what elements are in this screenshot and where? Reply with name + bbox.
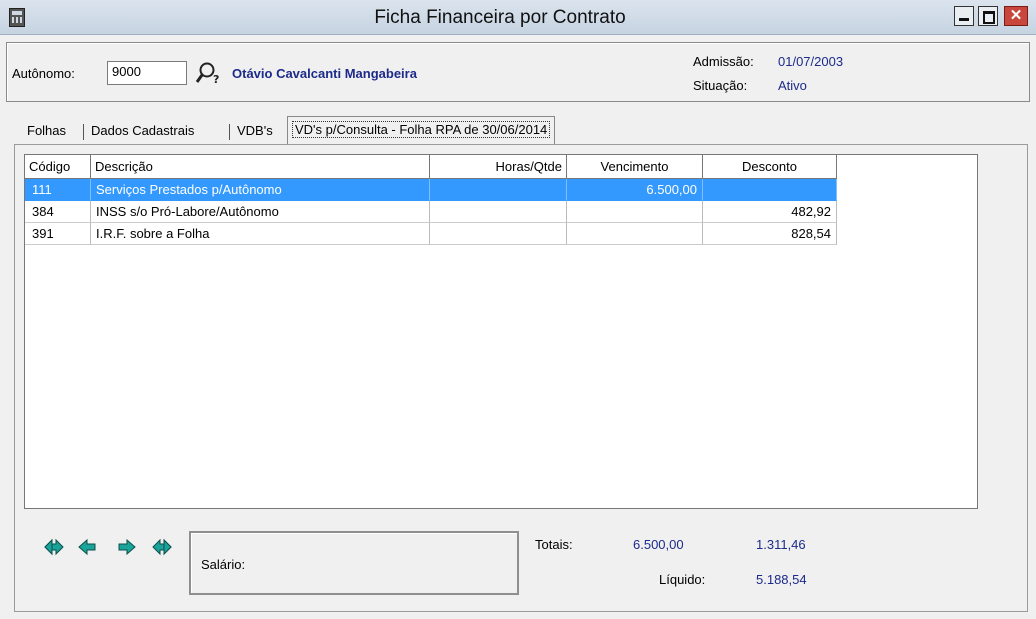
search-icon[interactable]: ? — [196, 61, 222, 85]
last-record-icon[interactable] — [148, 537, 172, 557]
cell-desconto: 482,92 — [703, 201, 837, 223]
table-row[interactable]: 111 Serviços Prestados p/Autônomo 6.500,… — [25, 179, 837, 201]
grid-header: Código Descrição Horas/Qtde Vencimento D… — [25, 155, 837, 179]
tab-separator — [229, 124, 230, 140]
cell-descricao: INSS s/o Pró-Labore/Autônomo — [91, 201, 430, 223]
minimize-button[interactable] — [954, 6, 974, 26]
title-bar: Ficha Financeira por Contrato ✕ — [0, 0, 1036, 35]
first-record-icon[interactable] — [44, 537, 68, 557]
tab-vds-consulta-label: VD's p/Consulta - Folha RPA de 30/06/201… — [292, 121, 551, 138]
autonomo-label: Autônomo: — [12, 66, 75, 81]
column-header-codigo[interactable]: Código — [25, 155, 91, 179]
totais-desconto: 1.311,46 — [756, 537, 806, 552]
cell-horas — [430, 179, 567, 201]
cell-vencimento — [567, 201, 703, 223]
tab-separator — [83, 124, 84, 140]
vd-grid[interactable]: Código Descrição Horas/Qtde Vencimento D… — [24, 154, 978, 509]
column-header-horas[interactable]: Horas/Qtde — [430, 155, 567, 179]
main-window: Ficha Financeira por Contrato ✕ Autônomo… — [0, 0, 1036, 619]
table-row[interactable]: 384 INSS s/o Pró-Labore/Autônomo 482,92 — [25, 201, 837, 223]
next-record-icon[interactable] — [114, 537, 138, 557]
admissao-value: 01/07/2003 — [778, 54, 844, 69]
cell-vencimento — [567, 223, 703, 245]
situacao-label: Situação: — [693, 78, 748, 93]
tab-vds-consulta[interactable]: VD's p/Consulta - Folha RPA de 30/06/201… — [287, 116, 556, 144]
tab-folhas[interactable]: Folhas — [23, 118, 70, 144]
cell-horas — [430, 201, 567, 223]
autonomo-name: Otávio Cavalcanti Mangabeira — [232, 66, 417, 81]
salario-box: Salário: — [189, 531, 519, 595]
cell-desconto: 828,54 — [703, 223, 837, 245]
tab-vdbs[interactable]: VDB's — [233, 118, 277, 144]
totais-label: Totais: — [535, 537, 573, 552]
cell-descricao: Serviços Prestados p/Autônomo — [91, 179, 430, 201]
tab-dados-cadastrais[interactable]: Dados Cadastrais — [87, 118, 198, 144]
column-header-desconto[interactable]: Desconto — [703, 155, 837, 179]
cell-desconto — [703, 179, 837, 201]
column-header-vencimento[interactable]: Vencimento — [567, 155, 703, 179]
liquido-value: 5.188,54 — [756, 572, 807, 587]
column-header-descricao[interactable]: Descrição — [91, 155, 430, 179]
previous-record-icon[interactable] — [76, 537, 100, 557]
svg-text:?: ? — [213, 73, 219, 85]
close-button[interactable]: ✕ — [1004, 6, 1028, 26]
salario-label: Salário: — [201, 557, 246, 572]
cell-descricao: I.R.F. sobre a Folha — [91, 223, 430, 245]
liquido-label: Líquido: — [659, 572, 706, 587]
cell-codigo: 384 — [25, 201, 91, 223]
situacao-value: Ativo — [778, 78, 807, 93]
table-row[interactable]: 391 I.R.F. sobre a Folha 828,54 — [25, 223, 837, 245]
totais-vencimento: 6.500,00 — [633, 537, 684, 552]
cell-codigo: 111 — [25, 179, 91, 201]
autonomo-input[interactable]: 9000 — [107, 61, 187, 85]
window-title: Ficha Financeira por Contrato — [374, 7, 626, 28]
admissao-label: Admissão: — [693, 54, 754, 69]
cell-codigo: 391 — [25, 223, 91, 245]
maximize-button[interactable] — [978, 6, 998, 26]
cell-vencimento: 6.500,00 — [567, 179, 703, 201]
cell-horas — [430, 223, 567, 245]
